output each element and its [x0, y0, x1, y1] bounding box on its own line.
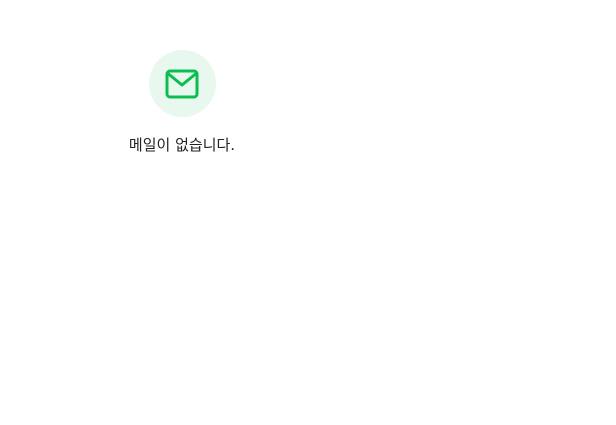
- mail-icon: [165, 69, 199, 98]
- mail-list-page: 메일이 없습니다.: [0, 0, 616, 425]
- empty-message: 메일이 없습니다.: [128, 136, 236, 154]
- mail-icon-circle: [148, 50, 216, 117]
- empty-state: 메일이 없습니다.: [62, 50, 302, 155]
